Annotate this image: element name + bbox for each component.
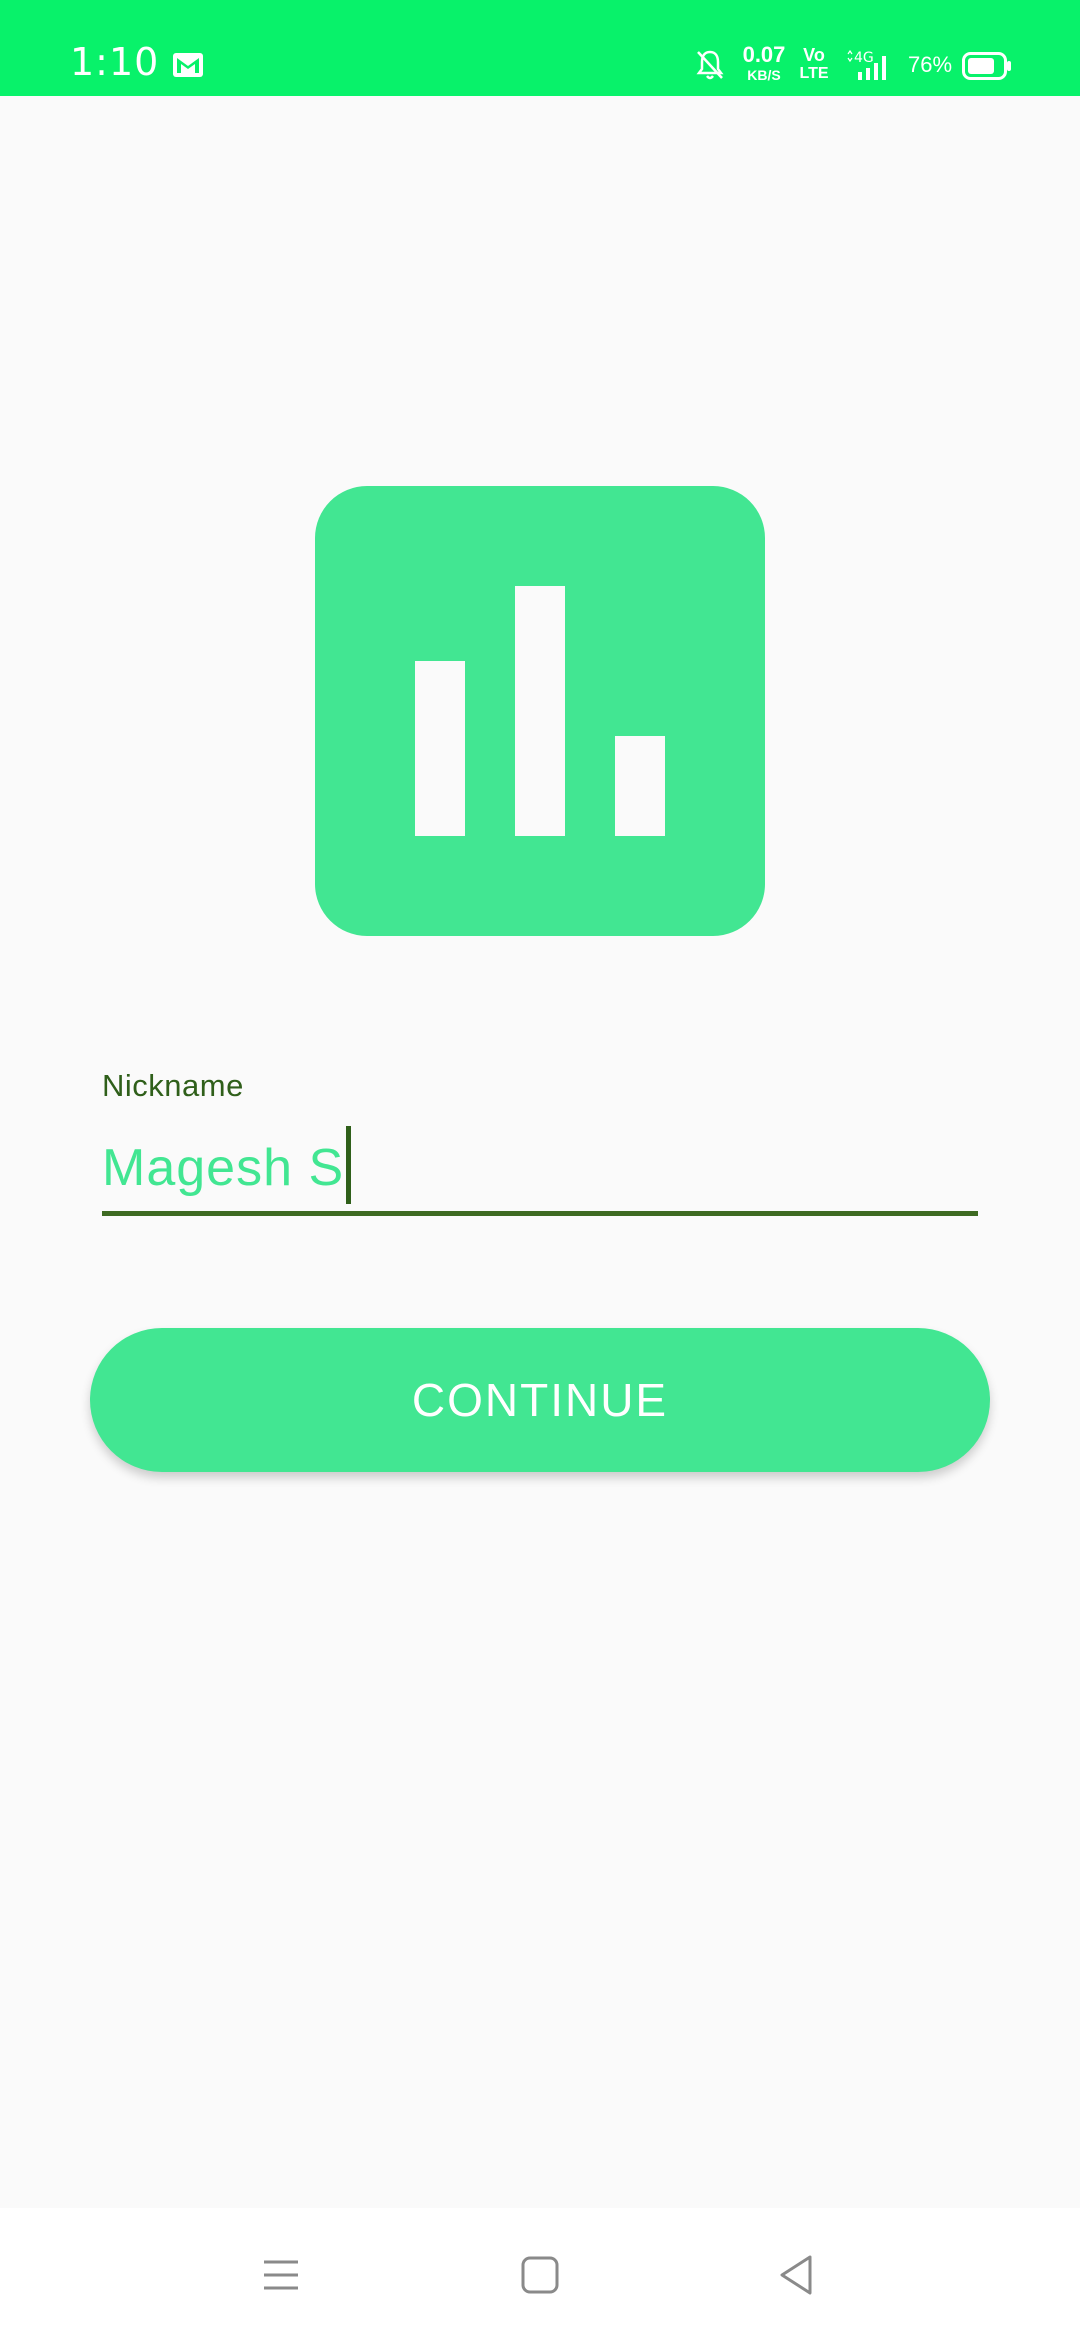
volte-bottom: LTE <box>799 65 829 82</box>
nickname-value: Magesh S <box>102 1139 345 1197</box>
logo-bar-middle <box>515 586 565 836</box>
bell-off-icon <box>696 50 724 80</box>
status-bar: 1:10 0.07 KB/S Vo LTE 4G 76% <box>0 0 1080 96</box>
network-type-label: 4G <box>854 50 874 66</box>
text-cursor <box>346 1126 352 1205</box>
status-time: 1:10 <box>70 40 160 84</box>
menu-icon[interactable] <box>256 2250 306 2300</box>
nickname-input[interactable]: Magesh S <box>102 1120 978 1216</box>
nickname-label: Nickname <box>102 1068 244 1103</box>
logo-bar-right <box>615 736 665 836</box>
network-speed-unit: KB/S <box>747 67 781 83</box>
bar-chart-icon <box>315 486 765 936</box>
volte-indicator: Vo LTE <box>796 46 832 82</box>
back-triangle-icon[interactable] <box>772 2250 822 2300</box>
network-speed: 0.07 KB/S <box>736 42 792 83</box>
home-square-icon[interactable] <box>515 2250 565 2300</box>
navigation-bar <box>0 2208 1080 2340</box>
network-speed-value: 0.07 <box>742 42 786 67</box>
continue-button-label: CONTINUE <box>411 1374 669 1426</box>
volte-top: Vo <box>803 45 825 65</box>
app-screen: 1:10 0.07 KB/S Vo LTE 4G 76% Nickname Ma… <box>0 0 1080 2340</box>
battery-icon <box>962 52 1011 80</box>
logo-bar-left <box>415 661 465 836</box>
nickname-value-wrapper: Magesh S <box>102 1126 352 1205</box>
gmail-icon <box>173 53 203 77</box>
signal-4g-icon: 4G <box>847 50 886 80</box>
continue-button[interactable]: CONTINUE <box>90 1328 990 1472</box>
battery-percent: 76% <box>908 52 953 77</box>
